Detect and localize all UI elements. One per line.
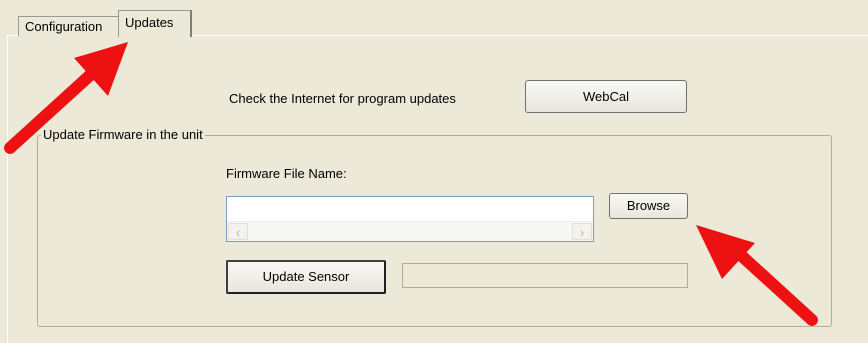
tab-configuration[interactable]: Configuration [18, 16, 119, 36]
firmware-file-field[interactable]: ‹ › [226, 196, 594, 242]
updates-window: Configuration Updates Check the Internet… [0, 0, 868, 343]
browse-button[interactable]: Browse [609, 193, 688, 219]
firmware-file-input[interactable] [227, 197, 593, 221]
horizontal-scrollbar[interactable]: ‹ › [227, 221, 593, 241]
internet-check-label: Check the Internet for program updates [229, 91, 456, 106]
firmware-group-title: Update Firmware in the unit [41, 127, 205, 142]
scroll-right-icon[interactable]: › [572, 223, 592, 240]
scroll-left-icon[interactable]: ‹ [228, 223, 248, 240]
webcal-button[interactable]: WebCal [525, 80, 687, 113]
update-progress-bar [402, 263, 688, 288]
firmware-file-label: Firmware File Name: [226, 166, 347, 181]
tab-updates[interactable]: Updates [118, 10, 192, 37]
update-sensor-button[interactable]: Update Sensor [226, 260, 386, 294]
